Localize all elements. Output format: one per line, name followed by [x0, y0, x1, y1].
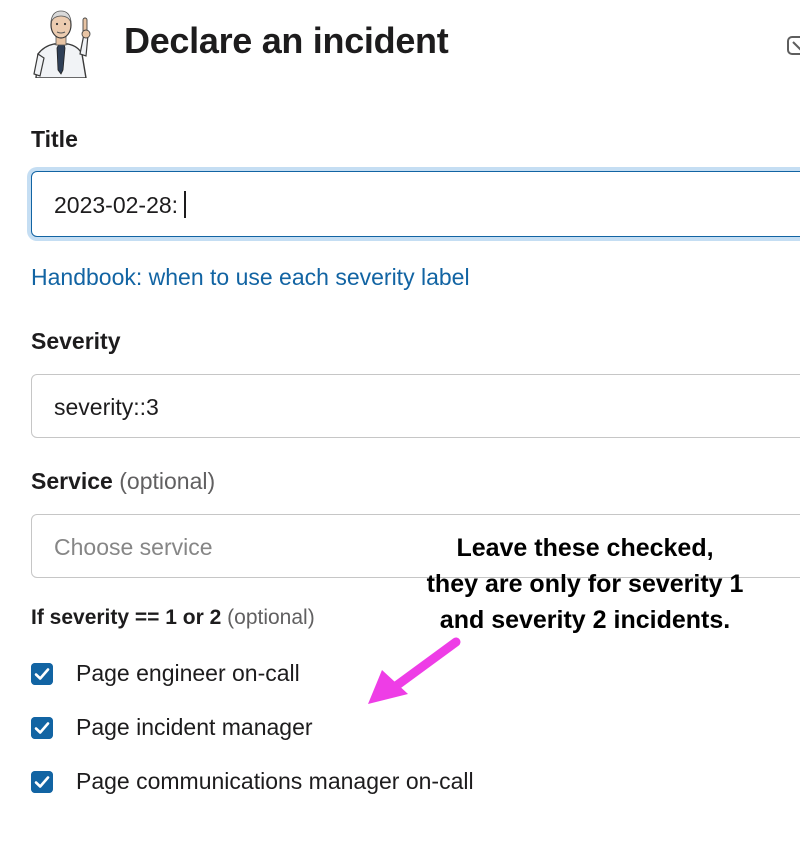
modal-title: Declare an incident: [124, 20, 449, 61]
annotation-line: Leave these checked,: [456, 534, 714, 562]
text-caret: [184, 191, 187, 218]
checkbox-label: Page communications manager on-call: [76, 768, 474, 794]
severity-select-value: severity::3: [54, 394, 159, 420]
annotation-line: they are only for severity 1: [426, 570, 744, 598]
checkbox-label: Page incident manager: [76, 714, 313, 740]
annotation-arrow-icon: [368, 637, 461, 704]
title-label: Title: [31, 126, 78, 152]
checkbox-checked-icon[interactable]: [31, 771, 53, 793]
paging-section-label: If severity == 1 or 2 (optional): [31, 606, 315, 629]
handbook-link[interactable]: Handbook: when to use each severity labe…: [31, 264, 470, 291]
severity-select[interactable]: severity::3: [31, 374, 800, 438]
service-optional-hint: (optional): [119, 468, 216, 494]
title-input[interactable]: 2023-02-28:: [31, 171, 800, 237]
modal-header: Declare an incident: [0, 0, 800, 90]
service-placeholder: Choose service: [54, 534, 213, 560]
app-avatar-icon: [24, 8, 96, 78]
close-icon[interactable]: [784, 32, 800, 58]
annotation-note: Leave these checked, they are only for s…: [385, 530, 785, 638]
checkbox-checked-icon[interactable]: [31, 717, 53, 739]
severity-label: Severity: [31, 328, 121, 354]
declare-incident-modal: Declare an incident Title 2023-02-28: Ha…: [0, 0, 800, 847]
title-input-value: 2023-02-28:: [54, 191, 187, 219]
paging-optional-hint: (optional): [227, 606, 315, 629]
checkbox-label: Page engineer on-call: [76, 660, 300, 686]
checkbox-checked-icon[interactable]: [31, 663, 53, 685]
service-label: Service (optional): [31, 468, 216, 494]
